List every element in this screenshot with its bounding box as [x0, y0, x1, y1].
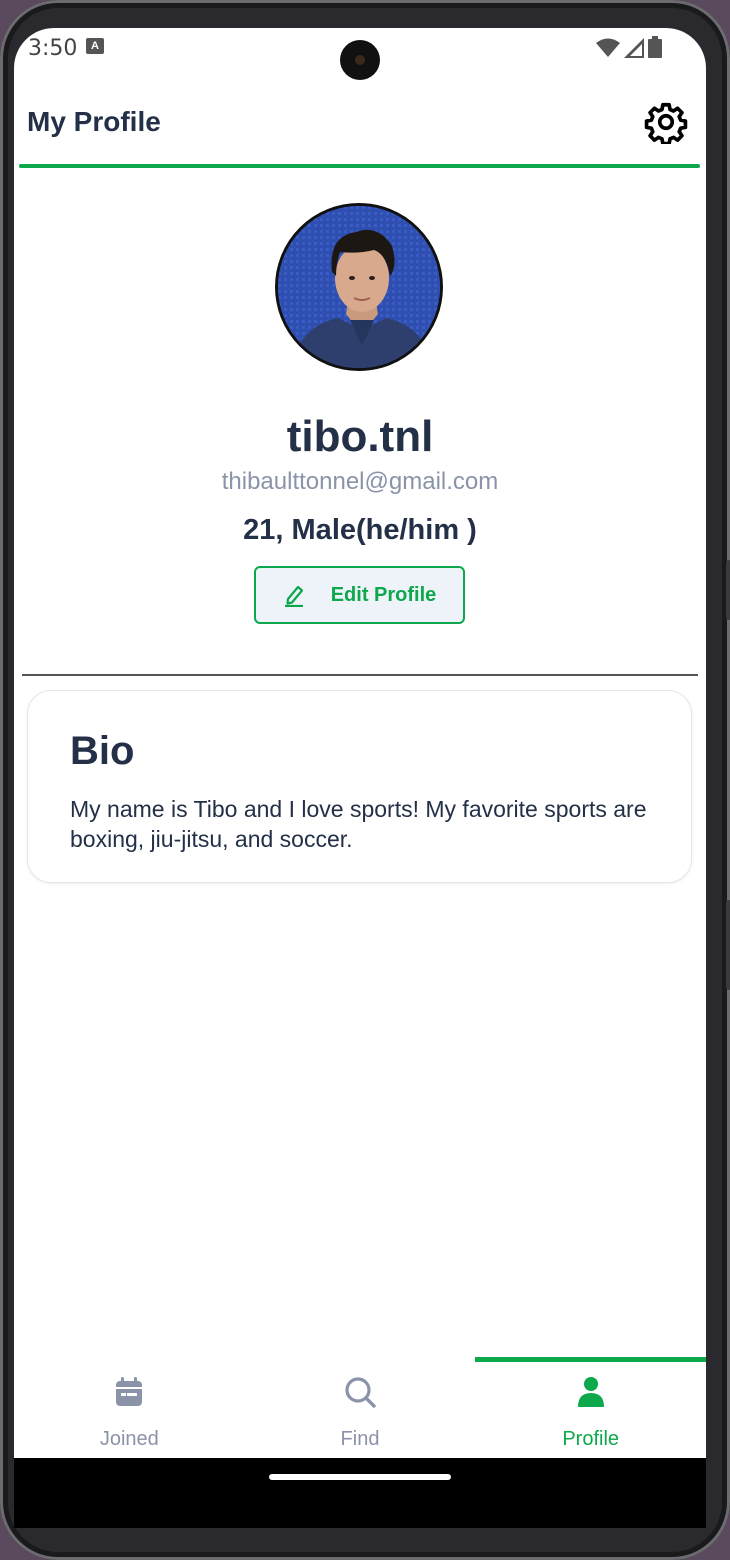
edit-profile-button[interactable]: Edit Profile — [254, 566, 465, 624]
section-divider — [22, 674, 698, 676]
header: My Profile — [14, 88, 706, 168]
status-icons — [596, 36, 662, 58]
edit-profile-label: Edit Profile — [330, 583, 437, 606]
status-time: 3:50 — [28, 36, 78, 61]
gear-icon — [644, 102, 688, 146]
settings-button[interactable] — [644, 100, 688, 146]
avatar — [275, 203, 443, 371]
wifi-icon — [596, 38, 620, 57]
nav-label-profile: Profile — [562, 1428, 620, 1450]
bio-card: Bio My name is Tibo and I love sports! M… — [27, 690, 692, 883]
nav-label-find: Find — [340, 1428, 380, 1450]
pencil-icon — [284, 585, 303, 607]
bio-title: Bio — [70, 729, 135, 773]
email: thibaulttonnel@gmail.com — [221, 468, 499, 495]
profile-photo — [278, 206, 440, 368]
a-notification-icon: A — [86, 38, 104, 54]
gesture-area — [14, 1458, 706, 1528]
phone-frame: 3:50 A My Profile tibo.tnl thibaulttonne… — [0, 0, 730, 1560]
bio-text: My name is Tibo and I love sports! My fa… — [70, 796, 647, 852]
age-gender: 21, Male(he/him ) — [243, 514, 477, 546]
power-button — [726, 900, 730, 990]
status-bar: 3:50 A — [14, 28, 706, 80]
header-underline — [19, 164, 700, 168]
page-title: My Profile — [27, 106, 161, 137]
screen: 3:50 A My Profile tibo.tnl thibaulttonne… — [14, 28, 706, 1528]
battery-icon — [648, 36, 662, 58]
volume-button — [726, 560, 730, 620]
search-icon — [345, 1377, 376, 1408]
person-icon — [577, 1377, 604, 1407]
calendar-icon — [116, 1377, 143, 1406]
nav-label-joined: Joined — [99, 1428, 159, 1450]
username: tibo.tnl — [286, 412, 434, 461]
home-gesture-bar[interactable] — [269, 1474, 451, 1480]
front-camera — [340, 40, 380, 80]
signal-icon — [624, 38, 644, 58]
